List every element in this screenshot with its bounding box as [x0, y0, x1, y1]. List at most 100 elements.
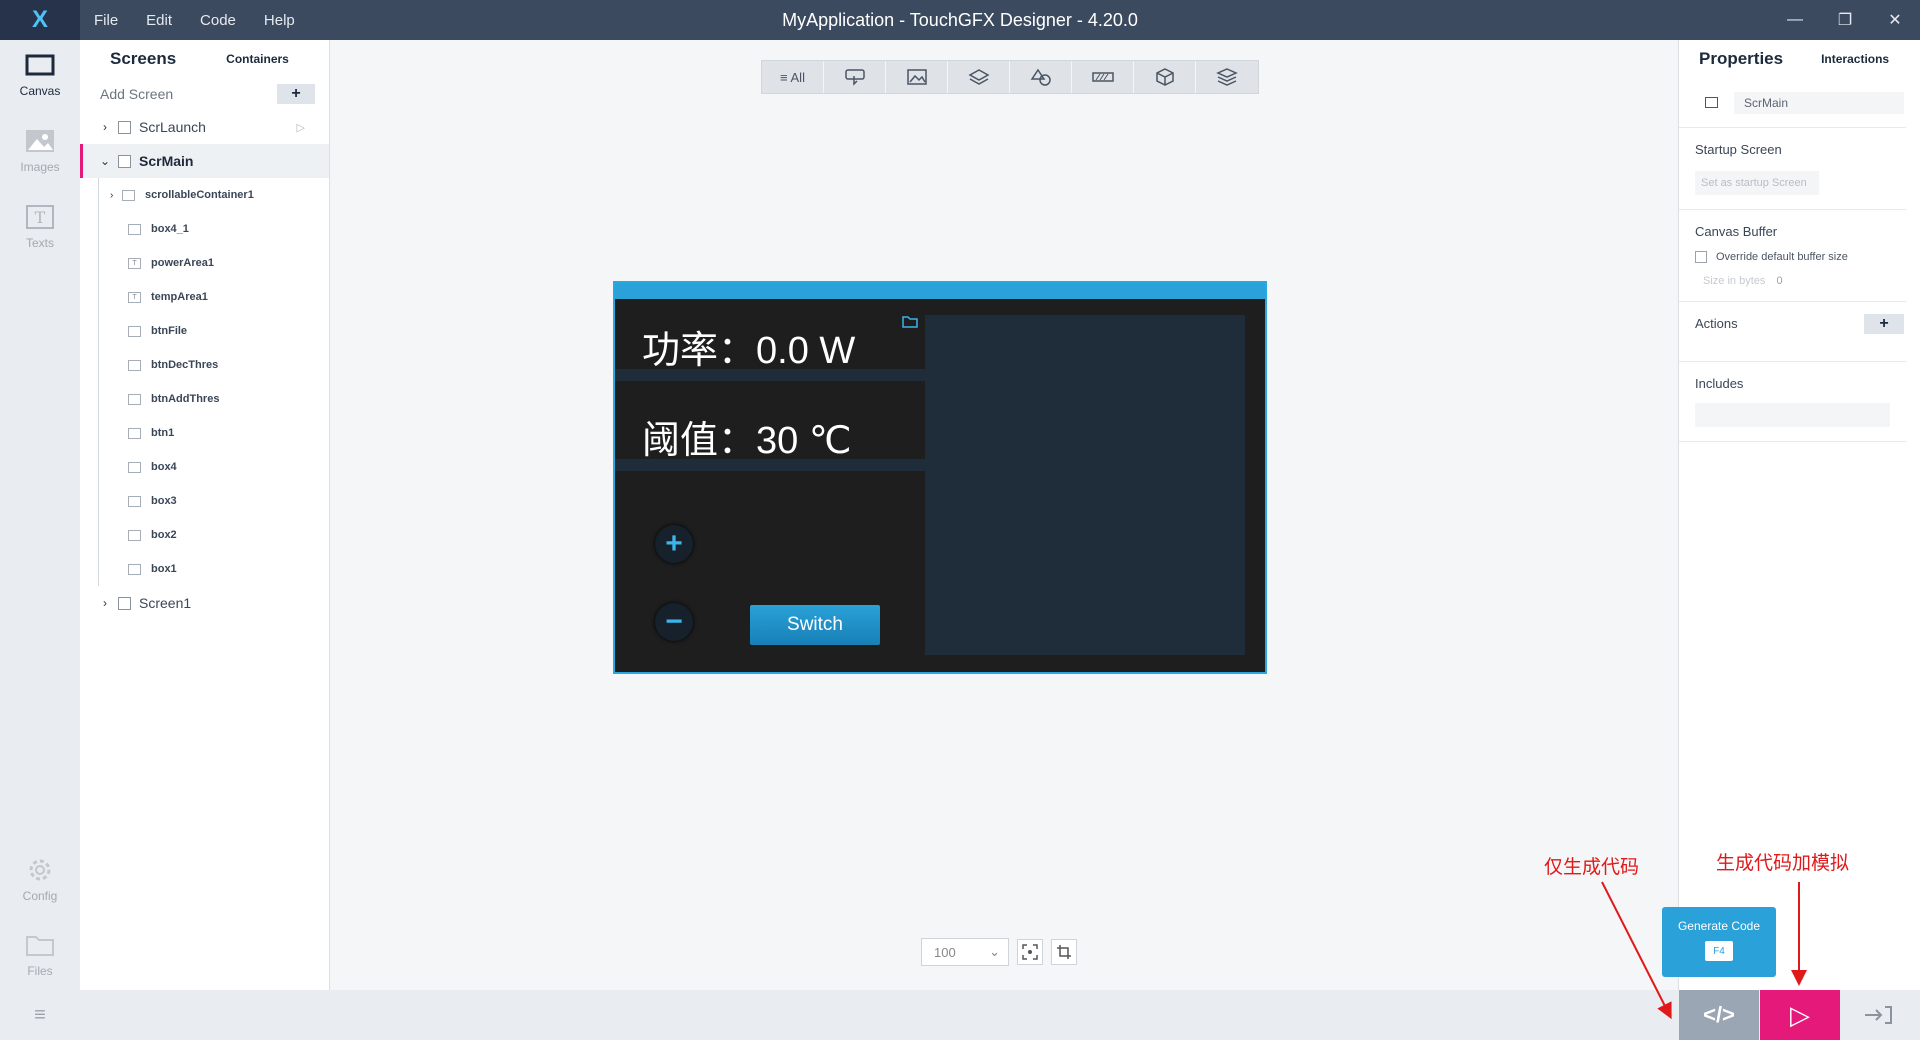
actions-section: Actions + [1679, 302, 1906, 362]
tree-guide [98, 416, 99, 450]
widget-item-box4[interactable]: box4 [80, 450, 329, 484]
textarea-icon: T [128, 257, 141, 269]
filter-all[interactable]: ≡ All [762, 61, 824, 93]
box-icon [128, 223, 141, 235]
filter-buttons[interactable] [824, 61, 886, 93]
includes-field[interactable] [1695, 403, 1890, 427]
zoom-select[interactable]: 100 ⌄ [921, 938, 1009, 966]
menu-edit[interactable]: Edit [146, 12, 172, 29]
layers-icon [967, 69, 990, 85]
tree-guide [98, 314, 99, 348]
widget-label: box2 [151, 529, 177, 541]
widget-item-powerarea1[interactable]: T powerArea1 [80, 246, 329, 280]
chevron-down-icon[interactable]: ⌄ [98, 154, 112, 168]
widget-item-btnaddthres[interactable]: btnAddThres [80, 382, 329, 416]
widget-item-box2[interactable]: box2 [80, 518, 329, 552]
menu-code[interactable]: Code [200, 12, 236, 29]
chevron-right-icon[interactable]: › [110, 190, 122, 201]
set-startup-button[interactable]: Set as startup Screen [1695, 171, 1819, 195]
close-button[interactable]: ✕ [1870, 0, 1920, 40]
filter-3d[interactable] [1134, 61, 1196, 93]
override-buffer-checkbox[interactable] [1695, 251, 1707, 263]
widget-item-btn1[interactable]: btn1 [80, 416, 329, 450]
widget-item-btndecthres[interactable]: btnDecThres [80, 348, 329, 382]
temp-area[interactable]: 阈值：30 ℃ [615, 391, 925, 471]
menu-file[interactable]: File [94, 12, 118, 29]
widget-item-btnfile[interactable]: btnFile [80, 314, 329, 348]
screen-item-screen1[interactable]: › Screen1 [80, 586, 329, 620]
screen-name-field[interactable]: ScrMain [1734, 91, 1904, 114]
override-buffer-label: Override default buffer size [1716, 251, 1848, 263]
buffer-size-value[interactable]: 0 [1776, 275, 1782, 287]
rail-files[interactable]: Files [0, 920, 80, 990]
tree-guide [98, 484, 99, 518]
tab-properties[interactable]: Properties [1699, 49, 1783, 69]
widget-item-box1[interactable]: box1 [80, 552, 329, 586]
screen-icon [118, 120, 131, 134]
filter-progress[interactable] [1072, 61, 1134, 93]
svg-text:T: T [35, 208, 46, 227]
stack-icon [1216, 68, 1238, 86]
rail-config[interactable]: Config [0, 845, 80, 915]
filter-containers[interactable] [948, 61, 1010, 93]
export-icon[interactable] [1862, 1002, 1894, 1028]
chevron-down-icon: ⌄ [989, 944, 1000, 959]
screen-item-scrmain[interactable]: ⌄ ScrMain [80, 144, 329, 178]
device-screen-scrmain[interactable]: 功率：0.0 W 阈值：30 ℃ + − Switch [613, 281, 1267, 674]
filter-images[interactable] [886, 61, 948, 93]
restore-button[interactable]: ❐ [1820, 0, 1870, 40]
widget-item-box3[interactable]: box3 [80, 484, 329, 518]
tab-containers[interactable]: Containers [226, 52, 289, 66]
override-buffer-row[interactable]: Override default buffer size [1695, 251, 1890, 263]
widget-item-temparea1[interactable]: T tempArea1 [80, 280, 329, 314]
left-rail: Canvas Images T Texts Config Files ≡ [0, 40, 80, 1040]
fit-to-screen-icon[interactable] [1017, 939, 1043, 965]
container-icon [122, 189, 135, 201]
button-icon [128, 359, 141, 371]
box-icon [128, 563, 141, 575]
rail-images-label: Images [20, 160, 60, 174]
run-simulator-button[interactable]: ▷ [1760, 990, 1840, 1040]
screen-label: ScrLaunch [139, 119, 206, 135]
rail-images[interactable]: Images [0, 116, 80, 186]
folder-icon [24, 932, 56, 958]
widget-item-box4-1[interactable]: box4_1 [80, 212, 329, 246]
button-icon [128, 393, 141, 405]
power-area[interactable]: 功率：0.0 W [615, 299, 925, 381]
switch-button[interactable]: Switch [750, 605, 880, 645]
cube-icon [1155, 68, 1174, 86]
buffer-size-row: Size in bytes 0 [1695, 275, 1890, 287]
canvas-area[interactable]: ≡ All 功率：0.0 W 阈值：30 ℃ + − Switch 100 ⌄ [331, 40, 1677, 990]
title-bar: X File Edit Code Help MyApplication - To… [0, 0, 1920, 40]
folder-icon[interactable] [902, 316, 918, 328]
minimize-button[interactable]: — [1770, 0, 1820, 40]
filter-shapes[interactable] [1010, 61, 1072, 93]
properties-tabs: Properties Interactions [1679, 40, 1920, 78]
tab-interactions[interactable]: Interactions [1821, 52, 1889, 66]
chevron-right-icon[interactable]: › [98, 596, 112, 610]
canvas-icon [24, 52, 56, 78]
tree-guide [98, 552, 99, 586]
widget-item-scrollablecontainer1[interactable]: › scrollableContainer1 [80, 178, 329, 212]
chevron-right-icon[interactable]: › [98, 120, 112, 134]
menu-bar: File Edit Code Help [94, 12, 323, 29]
screen-item-scrlaunch[interactable]: › ScrLaunch ▷ [80, 110, 329, 144]
filter-misc[interactable] [1196, 61, 1258, 93]
screens-panel: Screens Containers Add Screen + › ScrLau… [80, 40, 330, 990]
hamburger-icon[interactable]: ≡ [0, 990, 80, 1040]
add-threshold-button[interactable]: + [655, 525, 693, 563]
rail-canvas[interactable]: Canvas [0, 40, 80, 110]
generate-code-button[interactable]: </> [1679, 990, 1759, 1040]
add-action-button[interactable]: + [1864, 314, 1904, 334]
decrease-threshold-button[interactable]: − [655, 603, 693, 641]
tab-screens[interactable]: Screens [110, 49, 176, 69]
crop-icon[interactable] [1051, 939, 1077, 965]
rail-texts[interactable]: T Texts [0, 192, 80, 262]
scrollable-container[interactable] [925, 315, 1245, 655]
rail-texts-label: Texts [25, 236, 54, 250]
menu-help[interactable]: Help [264, 12, 295, 29]
box-icon [128, 461, 141, 473]
add-screen-button[interactable]: + [277, 84, 315, 104]
buffer-size-label: Size in bytes [1703, 275, 1766, 287]
progress-icon [1091, 72, 1114, 82]
